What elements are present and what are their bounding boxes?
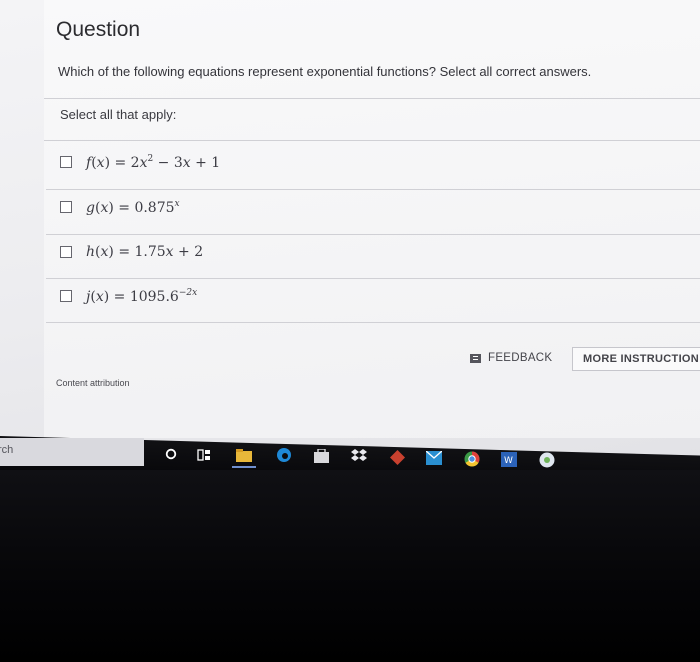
cortana-icon[interactable]	[162, 446, 180, 462]
edge-icon[interactable]	[275, 447, 293, 463]
equation-j: j(x) = 1095.6−2x	[86, 287, 198, 305]
feedback-icon	[470, 353, 481, 363]
checkbox[interactable]	[60, 246, 72, 258]
chrome-icon[interactable]	[463, 451, 481, 467]
checkbox[interactable]	[60, 290, 72, 302]
more-instruction-button[interactable]: MORE INSTRUCTION	[572, 347, 700, 371]
answer-option-g[interactable]: g(x) = 0.875x	[46, 186, 700, 228]
search-text: rch	[0, 444, 14, 456]
answer-option-j[interactable]: j(x) = 1095.6−2x	[46, 275, 700, 317]
dropbox-icon[interactable]	[350, 448, 368, 464]
question-heading: Question	[56, 18, 141, 41]
mail-icon[interactable]	[425, 450, 443, 466]
select-all-label: Select all that apply:	[60, 107, 177, 122]
divider	[44, 98, 700, 99]
content-attribution-link[interactable]: Content attribution	[56, 378, 130, 388]
checkbox[interactable]	[60, 156, 72, 168]
taskbar-search[interactable]: rch	[0, 438, 144, 466]
answer-option-h[interactable]: h(x) = 1.75x + 2	[46, 231, 700, 273]
monitor-bezel	[0, 470, 700, 662]
store-icon[interactable]	[312, 448, 330, 464]
file-explorer-icon[interactable]	[235, 447, 253, 463]
photos-icon[interactable]	[538, 452, 556, 468]
app-icon[interactable]	[388, 449, 406, 465]
equation-h: h(x) = 1.75x + 2	[86, 244, 204, 260]
browser-screen: Question Which of the following equation…	[0, 0, 700, 468]
equation-g: g(x) = 0.875x	[86, 198, 180, 216]
word-icon[interactable]: W	[500, 451, 518, 467]
question-text: Which of the following equations represe…	[58, 64, 592, 79]
task-view-icon[interactable]	[195, 447, 213, 463]
checkbox[interactable]	[60, 201, 72, 213]
svg-text:W: W	[504, 456, 513, 466]
active-app-indicator	[232, 466, 256, 468]
feedback-label: FEEDBACK	[488, 352, 553, 364]
equation-f: f(x) = 2x2 − 3x + 1	[86, 153, 221, 171]
answer-option-f[interactable]: f(x) = 2x2 − 3x + 1	[46, 141, 700, 183]
feedback-button[interactable]: FEEDBACK	[464, 346, 558, 370]
more-instruction-label: MORE INSTRUCTION	[583, 353, 700, 365]
divider	[46, 322, 700, 323]
